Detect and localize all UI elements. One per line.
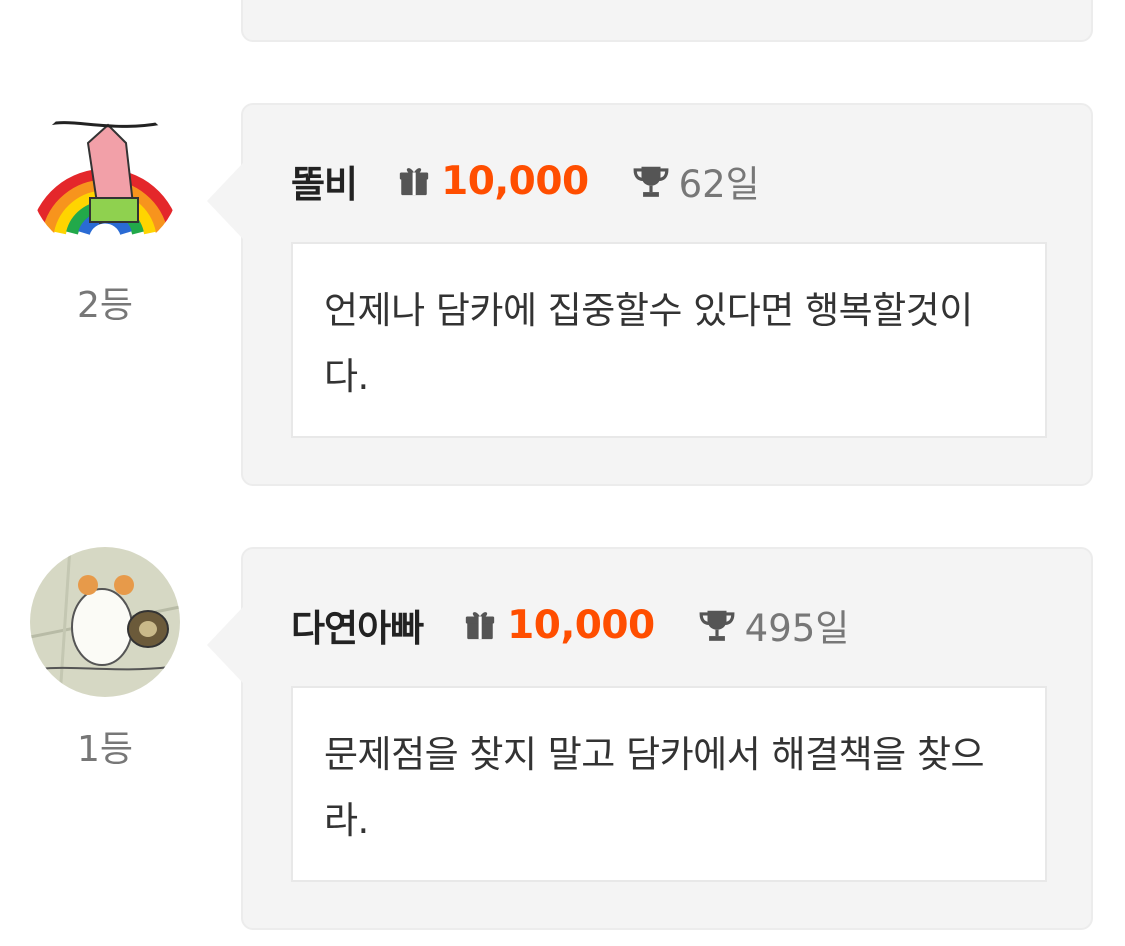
avatar[interactable] — [30, 547, 180, 697]
entry-card: 똘비 10,000 62일 언제나 담카에 집중할수 있다면 행복할것이다. — [207, 103, 1093, 486]
trophy-icon — [697, 606, 737, 644]
reward-amount: 10,000 — [507, 602, 655, 648]
entry-message: 언제나 담카에 집중할수 있다면 행복할것이다. — [291, 242, 1047, 438]
avatar-image — [30, 547, 180, 697]
trophy-icon — [631, 162, 671, 200]
rank-label: 1등 — [76, 729, 134, 770]
days-count: 495일 — [744, 607, 850, 650]
gift-icon — [463, 608, 497, 642]
author-name[interactable]: 똘비 — [291, 154, 358, 208]
avatar-image — [30, 103, 180, 253]
gift-icon — [397, 164, 431, 198]
entry-meta: 다연아빠 10,000 495일 — [291, 598, 850, 652]
rank-label: 2등 — [76, 285, 134, 326]
author-name[interactable]: 다연아빠 — [291, 598, 424, 652]
entry-message: 문제점을 찾지 말고 담카에서 해결책을 찾으라. — [291, 686, 1047, 882]
speech-pointer — [207, 607, 243, 683]
days-count: 62일 — [678, 163, 760, 206]
entry-card: 다연아빠 10,000 495일 문제점을 찾지 말고 담카에서 해결책을 찾으… — [207, 547, 1093, 930]
reward-amount: 10,000 — [441, 158, 589, 204]
entry-meta: 똘비 10,000 62일 — [291, 154, 760, 208]
speech-pointer — [207, 163, 243, 239]
avatar[interactable] — [30, 103, 180, 253]
previous-entry-card — [241, 0, 1093, 42]
